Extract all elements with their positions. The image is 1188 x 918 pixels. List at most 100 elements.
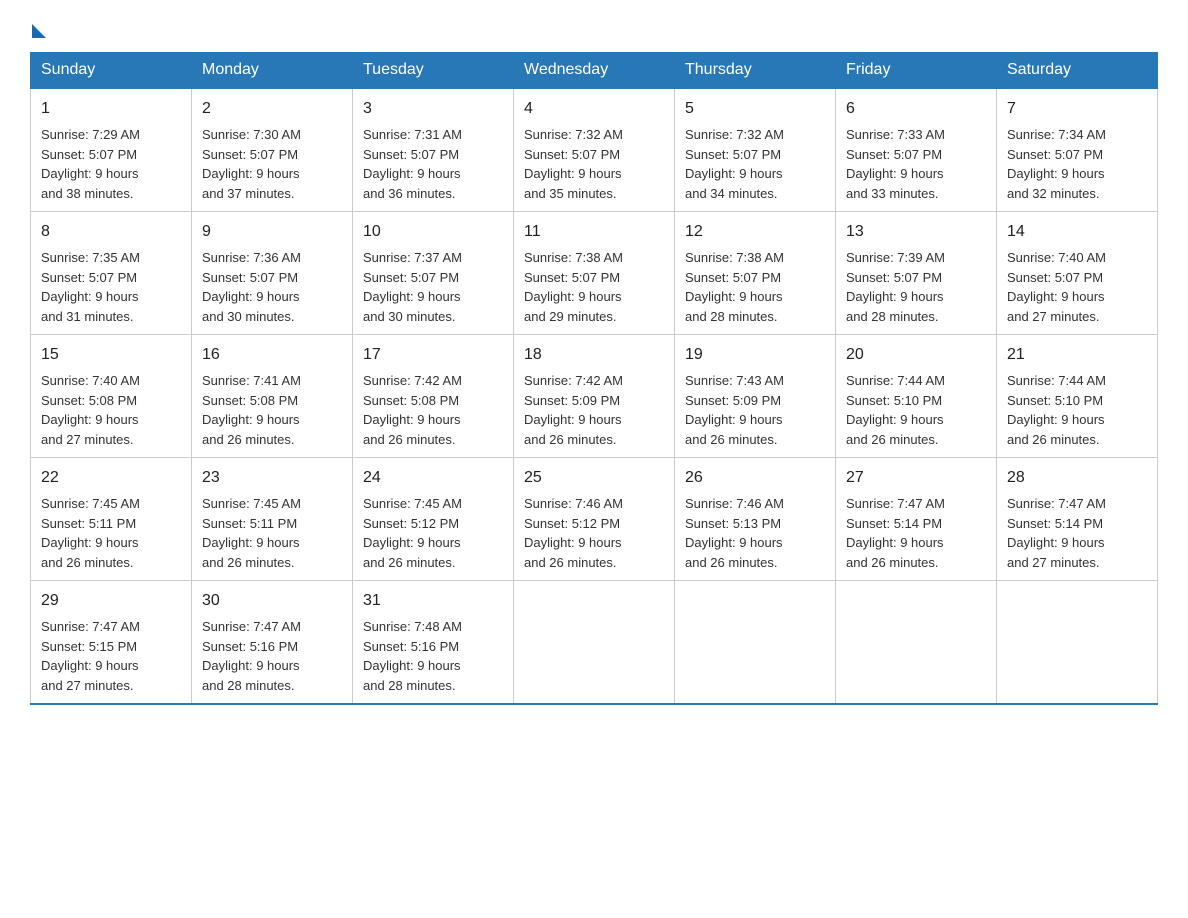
day-info: Sunrise: 7:46 AMSunset: 5:12 PMDaylight:… [524, 496, 623, 570]
calendar-week-row: 8 Sunrise: 7:35 AMSunset: 5:07 PMDayligh… [31, 212, 1158, 335]
calendar-day-cell: 6 Sunrise: 7:33 AMSunset: 5:07 PMDayligh… [836, 88, 997, 212]
day-number: 2 [202, 97, 342, 121]
calendar-day-cell: 30 Sunrise: 7:47 AMSunset: 5:16 PMDaylig… [192, 581, 353, 705]
calendar-day-cell [675, 581, 836, 705]
day-info: Sunrise: 7:32 AMSunset: 5:07 PMDaylight:… [524, 127, 623, 201]
calendar-day-cell: 12 Sunrise: 7:38 AMSunset: 5:07 PMDaylig… [675, 212, 836, 335]
day-number: 9 [202, 220, 342, 244]
calendar-table: SundayMondayTuesdayWednesdayThursdayFrid… [30, 52, 1158, 705]
day-number: 4 [524, 97, 664, 121]
day-info: Sunrise: 7:47 AMSunset: 5:14 PMDaylight:… [846, 496, 945, 570]
day-number: 16 [202, 343, 342, 367]
day-number: 6 [846, 97, 986, 121]
calendar-day-cell: 17 Sunrise: 7:42 AMSunset: 5:08 PMDaylig… [353, 335, 514, 458]
day-number: 5 [685, 97, 825, 121]
calendar-day-cell: 26 Sunrise: 7:46 AMSunset: 5:13 PMDaylig… [675, 458, 836, 581]
day-info: Sunrise: 7:43 AMSunset: 5:09 PMDaylight:… [685, 373, 784, 447]
day-number: 26 [685, 466, 825, 490]
calendar-day-cell: 25 Sunrise: 7:46 AMSunset: 5:12 PMDaylig… [514, 458, 675, 581]
calendar-day-cell [514, 581, 675, 705]
calendar-day-cell: 15 Sunrise: 7:40 AMSunset: 5:08 PMDaylig… [31, 335, 192, 458]
day-info: Sunrise: 7:46 AMSunset: 5:13 PMDaylight:… [685, 496, 784, 570]
calendar-day-cell: 23 Sunrise: 7:45 AMSunset: 5:11 PMDaylig… [192, 458, 353, 581]
calendar-day-cell: 28 Sunrise: 7:47 AMSunset: 5:14 PMDaylig… [997, 458, 1158, 581]
calendar-day-cell: 4 Sunrise: 7:32 AMSunset: 5:07 PMDayligh… [514, 88, 675, 212]
calendar-day-cell: 16 Sunrise: 7:41 AMSunset: 5:08 PMDaylig… [192, 335, 353, 458]
day-number: 8 [41, 220, 181, 244]
day-number: 19 [685, 343, 825, 367]
calendar-day-cell: 5 Sunrise: 7:32 AMSunset: 5:07 PMDayligh… [675, 88, 836, 212]
calendar-day-cell [836, 581, 997, 705]
calendar-day-cell: 18 Sunrise: 7:42 AMSunset: 5:09 PMDaylig… [514, 335, 675, 458]
day-info: Sunrise: 7:45 AMSunset: 5:11 PMDaylight:… [202, 496, 301, 570]
calendar-day-cell: 14 Sunrise: 7:40 AMSunset: 5:07 PMDaylig… [997, 212, 1158, 335]
day-info: Sunrise: 7:44 AMSunset: 5:10 PMDaylight:… [846, 373, 945, 447]
day-info: Sunrise: 7:31 AMSunset: 5:07 PMDaylight:… [363, 127, 462, 201]
day-number: 23 [202, 466, 342, 490]
calendar-day-cell: 20 Sunrise: 7:44 AMSunset: 5:10 PMDaylig… [836, 335, 997, 458]
day-info: Sunrise: 7:42 AMSunset: 5:09 PMDaylight:… [524, 373, 623, 447]
day-number: 14 [1007, 220, 1147, 244]
calendar-header-row: SundayMondayTuesdayWednesdayThursdayFrid… [31, 53, 1158, 89]
day-info: Sunrise: 7:45 AMSunset: 5:11 PMDaylight:… [41, 496, 140, 570]
day-number: 13 [846, 220, 986, 244]
day-info: Sunrise: 7:32 AMSunset: 5:07 PMDaylight:… [685, 127, 784, 201]
day-info: Sunrise: 7:44 AMSunset: 5:10 PMDaylight:… [1007, 373, 1106, 447]
calendar-day-cell: 11 Sunrise: 7:38 AMSunset: 5:07 PMDaylig… [514, 212, 675, 335]
day-info: Sunrise: 7:38 AMSunset: 5:07 PMDaylight:… [524, 250, 623, 324]
day-info: Sunrise: 7:42 AMSunset: 5:08 PMDaylight:… [363, 373, 462, 447]
day-info: Sunrise: 7:40 AMSunset: 5:08 PMDaylight:… [41, 373, 140, 447]
day-number: 11 [524, 220, 664, 244]
day-number: 15 [41, 343, 181, 367]
day-info: Sunrise: 7:33 AMSunset: 5:07 PMDaylight:… [846, 127, 945, 201]
day-number: 3 [363, 97, 503, 121]
day-number: 17 [363, 343, 503, 367]
day-number: 24 [363, 466, 503, 490]
calendar-day-cell: 21 Sunrise: 7:44 AMSunset: 5:10 PMDaylig… [997, 335, 1158, 458]
calendar-day-cell: 10 Sunrise: 7:37 AMSunset: 5:07 PMDaylig… [353, 212, 514, 335]
day-number: 1 [41, 97, 181, 121]
day-number: 27 [846, 466, 986, 490]
day-info: Sunrise: 7:47 AMSunset: 5:14 PMDaylight:… [1007, 496, 1106, 570]
page-header [30, 20, 1158, 36]
col-header-saturday: Saturday [997, 53, 1158, 89]
calendar-week-row: 22 Sunrise: 7:45 AMSunset: 5:11 PMDaylig… [31, 458, 1158, 581]
calendar-day-cell: 8 Sunrise: 7:35 AMSunset: 5:07 PMDayligh… [31, 212, 192, 335]
calendar-day-cell: 3 Sunrise: 7:31 AMSunset: 5:07 PMDayligh… [353, 88, 514, 212]
calendar-day-cell: 2 Sunrise: 7:30 AMSunset: 5:07 PMDayligh… [192, 88, 353, 212]
day-info: Sunrise: 7:47 AMSunset: 5:16 PMDaylight:… [202, 619, 301, 693]
day-info: Sunrise: 7:41 AMSunset: 5:08 PMDaylight:… [202, 373, 301, 447]
day-info: Sunrise: 7:45 AMSunset: 5:12 PMDaylight:… [363, 496, 462, 570]
logo [30, 20, 46, 36]
day-info: Sunrise: 7:30 AMSunset: 5:07 PMDaylight:… [202, 127, 301, 201]
day-info: Sunrise: 7:36 AMSunset: 5:07 PMDaylight:… [202, 250, 301, 324]
day-info: Sunrise: 7:34 AMSunset: 5:07 PMDaylight:… [1007, 127, 1106, 201]
day-number: 29 [41, 589, 181, 613]
logo-triangle-icon [32, 24, 46, 38]
calendar-day-cell: 29 Sunrise: 7:47 AMSunset: 5:15 PMDaylig… [31, 581, 192, 705]
day-info: Sunrise: 7:35 AMSunset: 5:07 PMDaylight:… [41, 250, 140, 324]
col-header-sunday: Sunday [31, 53, 192, 89]
calendar-week-row: 29 Sunrise: 7:47 AMSunset: 5:15 PMDaylig… [31, 581, 1158, 705]
day-number: 22 [41, 466, 181, 490]
day-info: Sunrise: 7:29 AMSunset: 5:07 PMDaylight:… [41, 127, 140, 201]
day-number: 21 [1007, 343, 1147, 367]
day-number: 20 [846, 343, 986, 367]
day-info: Sunrise: 7:37 AMSunset: 5:07 PMDaylight:… [363, 250, 462, 324]
calendar-day-cell: 19 Sunrise: 7:43 AMSunset: 5:09 PMDaylig… [675, 335, 836, 458]
calendar-day-cell: 1 Sunrise: 7:29 AMSunset: 5:07 PMDayligh… [31, 88, 192, 212]
calendar-day-cell: 24 Sunrise: 7:45 AMSunset: 5:12 PMDaylig… [353, 458, 514, 581]
day-info: Sunrise: 7:39 AMSunset: 5:07 PMDaylight:… [846, 250, 945, 324]
day-info: Sunrise: 7:48 AMSunset: 5:16 PMDaylight:… [363, 619, 462, 693]
col-header-monday: Monday [192, 53, 353, 89]
day-info: Sunrise: 7:40 AMSunset: 5:07 PMDaylight:… [1007, 250, 1106, 324]
calendar-day-cell: 31 Sunrise: 7:48 AMSunset: 5:16 PMDaylig… [353, 581, 514, 705]
calendar-week-row: 1 Sunrise: 7:29 AMSunset: 5:07 PMDayligh… [31, 88, 1158, 212]
col-header-tuesday: Tuesday [353, 53, 514, 89]
calendar-day-cell: 9 Sunrise: 7:36 AMSunset: 5:07 PMDayligh… [192, 212, 353, 335]
calendar-day-cell: 7 Sunrise: 7:34 AMSunset: 5:07 PMDayligh… [997, 88, 1158, 212]
calendar-week-row: 15 Sunrise: 7:40 AMSunset: 5:08 PMDaylig… [31, 335, 1158, 458]
day-number: 18 [524, 343, 664, 367]
col-header-friday: Friday [836, 53, 997, 89]
col-header-wednesday: Wednesday [514, 53, 675, 89]
